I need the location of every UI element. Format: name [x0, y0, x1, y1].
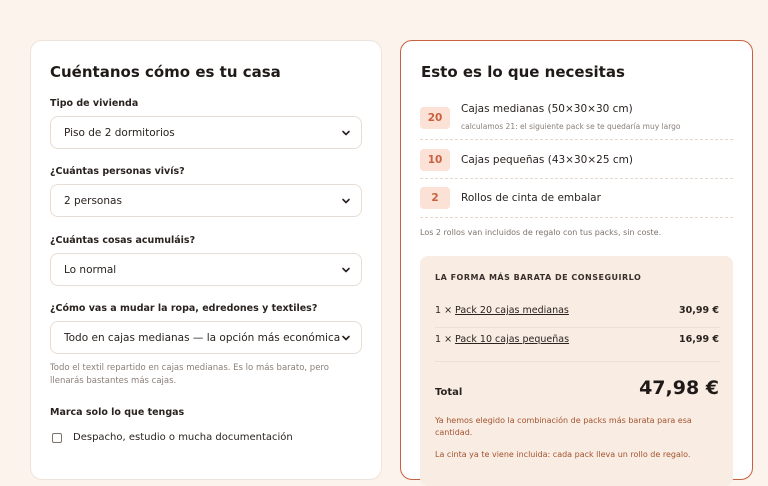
housing-type-select[interactable]: Piso de 2 dormitorios: [50, 116, 362, 149]
people-count-value: 2 personas: [64, 194, 122, 207]
tape-included-note: La cinta ya te viene incluida: cada pack…: [435, 450, 691, 459]
purchase-line: 1 × Pack 10 cajas pequeñas: [435, 334, 569, 345]
extras-group-label: Marca solo lo que tengas: [50, 407, 185, 418]
pack-medium-link[interactable]: Pack 20 cajas medianas: [455, 305, 569, 316]
divider: [435, 327, 720, 328]
housing-type-label: Tipo de vivienda: [50, 98, 139, 109]
purchase-qty: 1 ×: [435, 334, 456, 345]
divider: [420, 139, 733, 140]
need-item-label: Cajas pequeñas (43×30×25 cm): [461, 154, 633, 166]
cheapest-option-title: LA FORMA MÁS BARATA DE CONSEGUIRLO: [435, 273, 642, 282]
housing-type-value: Piso de 2 dormitorios: [64, 126, 175, 139]
needs-summary-card: Esto es lo que necesitas 20 Cajas median…: [400, 40, 753, 486]
purchase-price: 30,99 €: [679, 305, 719, 316]
textiles-method-value: Todo en cajas medianas — la opción más e…: [64, 331, 341, 344]
belongings-amount-select[interactable]: Lo normal: [50, 253, 362, 286]
tape-note: Los 2 rollos van incluidos de regalo con…: [420, 228, 662, 237]
belongings-amount-label: ¿Cuántas cosas acumuláis?: [50, 235, 196, 246]
qty-badge: 2: [420, 187, 450, 209]
needs-summary-title: Esto es lo que necesitas: [421, 63, 625, 81]
divider: [420, 178, 733, 179]
textiles-method-label: ¿Cómo vas a mudar la ropa, edredones y t…: [50, 303, 318, 314]
office-checkbox-label: Despacho, estudio o mucha documentación: [73, 432, 293, 443]
purchase-line: 1 × Pack 20 cajas medianas: [435, 305, 569, 316]
home-details-title: Cuéntanos cómo es tu casa: [50, 63, 281, 81]
office-checkbox[interactable]: [52, 432, 62, 443]
purchase-price: 16,99 €: [679, 334, 719, 345]
total-value: 47,98 €: [639, 377, 719, 399]
qty-badge: 20: [420, 107, 450, 129]
pack-small-link[interactable]: Pack 10 cajas pequeñas: [455, 334, 569, 345]
divider: [435, 361, 720, 362]
total-label: Total: [435, 387, 463, 398]
need-item-label: Cajas medianas (50×30×30 cm): [461, 103, 633, 115]
people-count-select[interactable]: 2 personas: [50, 184, 362, 217]
chevron-down-icon: [342, 335, 350, 340]
textiles-hint: Todo el textil repartido en cajas median…: [50, 363, 329, 386]
office-checkbox-row[interactable]: Despacho, estudio o mucha documentación: [52, 432, 293, 443]
cheapest-option-box: LA FORMA MÁS BARATA DE CONSEGUIRLO 1 × P…: [420, 256, 733, 486]
purchase-qty: 1 ×: [435, 305, 456, 316]
need-item-label: Rollos de cinta de embalar: [461, 192, 601, 204]
cheapest-note: Ya hemos elegido la combinación de packs…: [435, 416, 692, 437]
chevron-down-icon: [342, 267, 350, 272]
divider: [420, 217, 733, 218]
chevron-down-icon: [342, 198, 350, 203]
people-count-label: ¿Cuántas personas vivís?: [50, 166, 185, 177]
qty-badge: 10: [420, 149, 450, 171]
chevron-down-icon: [342, 130, 350, 135]
textiles-method-select[interactable]: Todo en cajas medianas — la opción más e…: [50, 321, 362, 354]
belongings-amount-value: Lo normal: [64, 263, 117, 276]
need-item-note: calculamos 21: el siguiente pack se te q…: [461, 122, 681, 131]
home-details-card: Cuéntanos cómo es tu casa Tipo de vivien…: [30, 40, 382, 480]
